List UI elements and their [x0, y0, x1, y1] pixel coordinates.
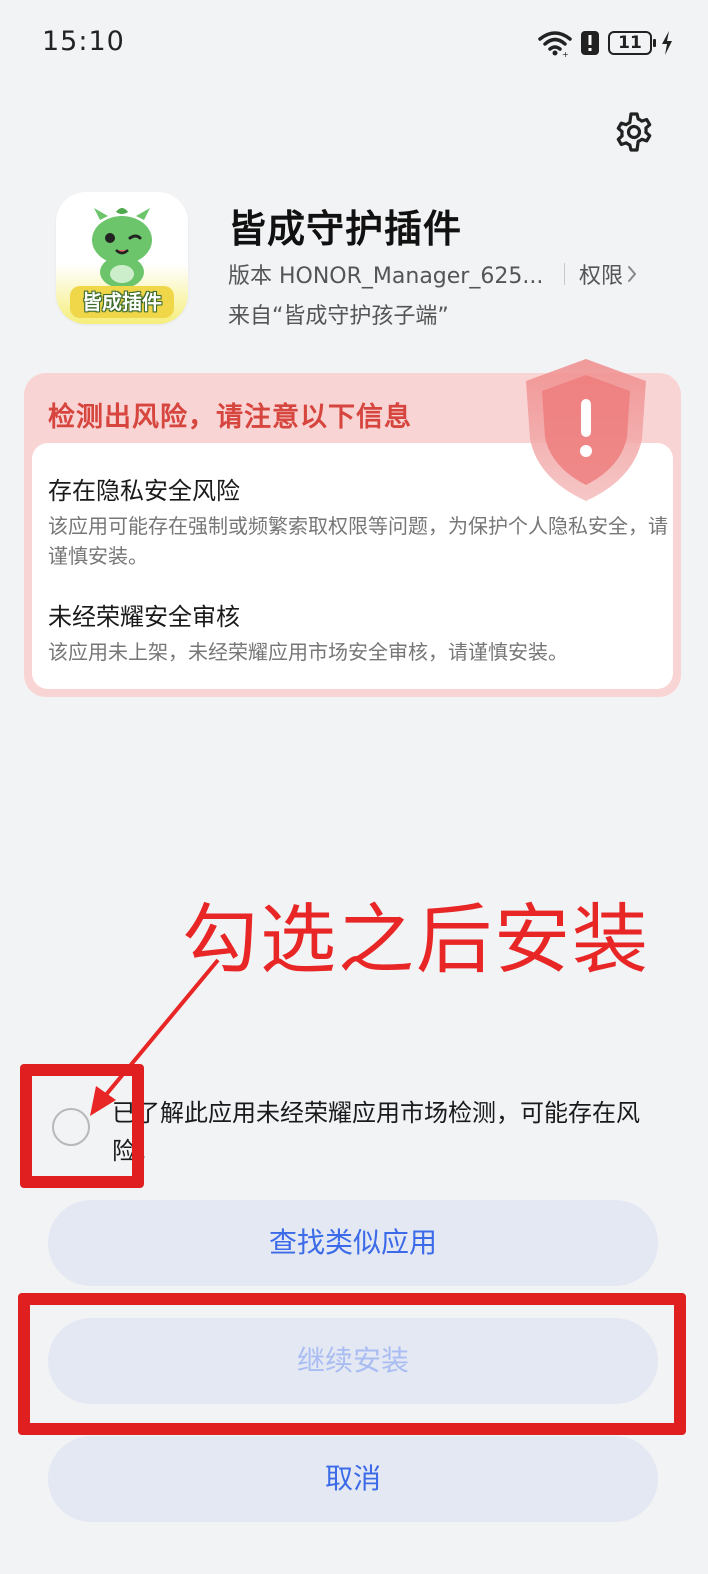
status-icons: + 11: [538, 28, 674, 58]
annotation-highlight-box: [18, 1293, 686, 1435]
risk-item-desc: 该应用未上架，未经荣耀应用市场安全审核，请谨慎安装。: [48, 640, 568, 664]
permissions-link[interactable]: 权限: [579, 258, 637, 290]
alert-icon: [581, 31, 599, 55]
app-version-row: 版本 HONOR_Manager_625... 权限: [228, 258, 637, 290]
divider: [564, 263, 565, 285]
risk-card: 检测出风险，请注意以下信息 存在隐私安全风险 该应用可能存在强制或频繁索取权限等…: [24, 359, 681, 697]
risk-item-title: 存在隐私安全风险: [48, 477, 240, 505]
acknowledge-text[interactable]: 已了解此应用未经荣耀应用市场检测，可能存在风险。: [112, 1094, 652, 1170]
annotation-text: 勾选之后安装: [182, 895, 650, 984]
app-version: 版本 HONOR_Manager_625...: [228, 264, 544, 289]
annotation-highlight-box: [20, 1064, 144, 1188]
risk-item-desc: 该应用可能存在强制或频繁索取权限等问题，为保护个人隐私安全，请谨慎安装。: [48, 514, 668, 568]
cancel-button[interactable]: 取消: [48, 1436, 658, 1522]
find-similar-button[interactable]: 查找类似应用: [48, 1200, 658, 1286]
charging-icon: [662, 31, 672, 55]
shield-warning-icon: [526, 359, 646, 501]
app-title: 皆成守护插件: [228, 207, 463, 251]
status-bar: 15:10 + 11: [0, 0, 708, 88]
wifi-icon: +: [538, 31, 572, 57]
gear-icon[interactable]: [612, 110, 656, 154]
risk-item-title: 未经荣耀安全审核: [48, 603, 240, 631]
app-icon: 皆成插件: [56, 192, 188, 324]
risk-header: 检测出风险，请注意以下信息: [48, 402, 412, 433]
app-icon-label: 皆成插件: [70, 286, 174, 318]
status-time: 15:10: [42, 26, 125, 57]
chevron-right-icon: [628, 266, 637, 282]
permissions-label: 权限: [579, 264, 624, 289]
battery-icon: 11: [608, 31, 656, 55]
svg-text:+: +: [562, 50, 569, 57]
app-source: 来自“皆成守护孩子端”: [228, 304, 449, 329]
mascot-icon: [92, 208, 152, 286]
battery-level: 11: [618, 33, 642, 53]
